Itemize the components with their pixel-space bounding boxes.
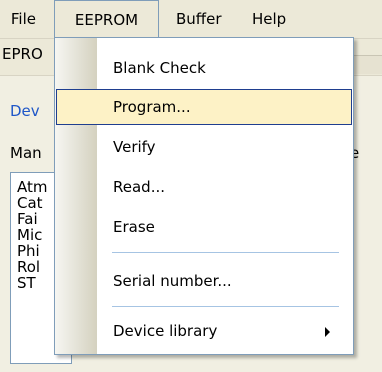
menu-item-serial-number[interactable]: Serial number... [56, 263, 352, 299]
manufacturer-label: Man [10, 144, 42, 162]
menu-item-program[interactable]: Program... [56, 89, 352, 125]
section-title: Dev [10, 102, 40, 120]
menu-item-device-library[interactable]: Device library [56, 313, 352, 349]
menu-item-blank-check[interactable]: Blank Check [56, 50, 352, 86]
menu-item-verify[interactable]: Verify [56, 129, 352, 165]
menu-file[interactable]: File [0, 0, 36, 38]
tab-eeprom[interactable]: EPRO [2, 45, 43, 63]
menu-bar: File EEPROM Buffer Help [0, 0, 382, 39]
menu-item-device-library-label: Device library [113, 322, 218, 340]
menu-eeprom[interactable]: EEPROM [54, 0, 159, 38]
eeprom-dropdown-menu: Blank Check Program... Verify Read... Er… [54, 37, 354, 355]
menu-help[interactable]: Help [252, 0, 297, 38]
menu-separator [112, 306, 339, 307]
menu-buffer[interactable]: Buffer [176, 0, 236, 38]
menu-separator [112, 252, 339, 253]
tab-strip-edge [352, 55, 382, 74]
menu-item-read[interactable]: Read... [56, 169, 352, 205]
menu-item-erase[interactable]: Erase [56, 209, 352, 245]
submenu-arrow-icon [325, 327, 330, 337]
